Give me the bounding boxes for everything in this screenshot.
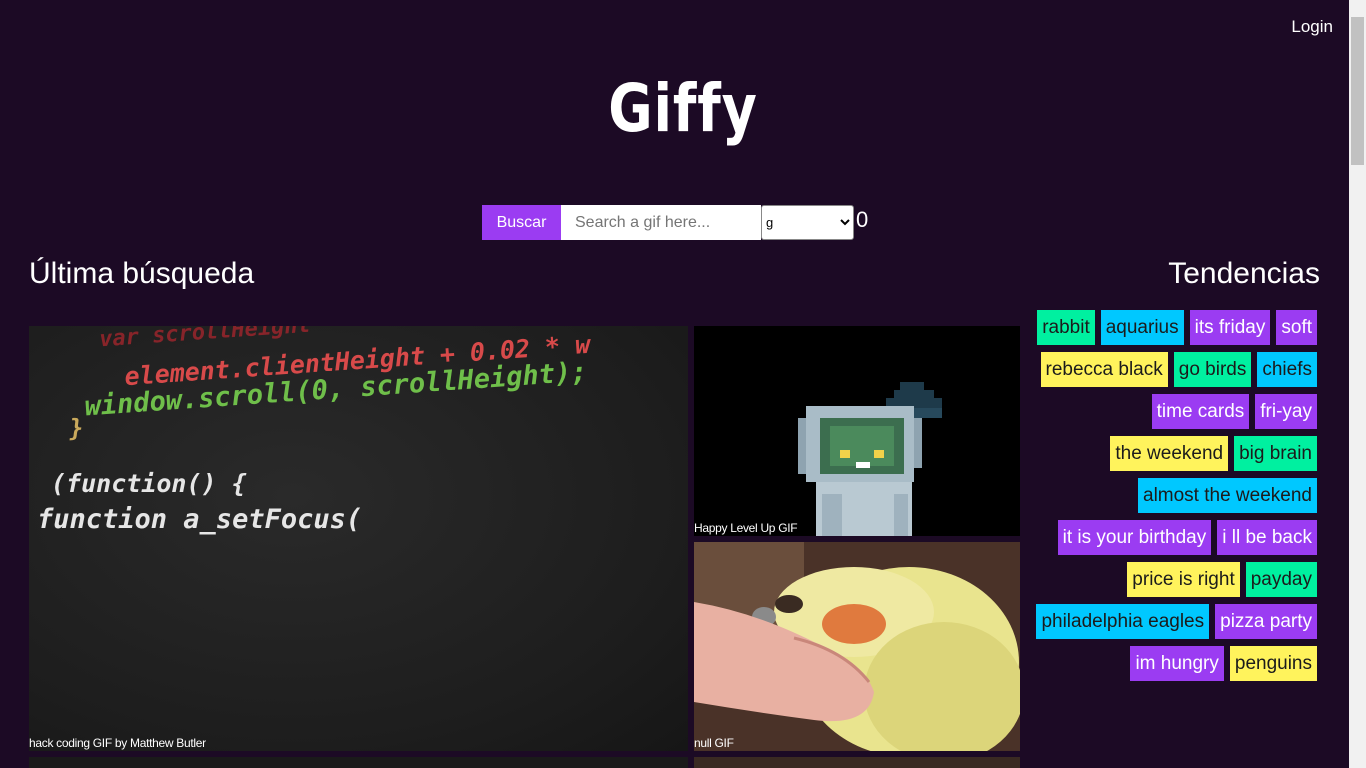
trending-tag[interactable]: it is your birthday [1057, 520, 1212, 555]
trending-tag[interactable]: soft [1276, 310, 1317, 345]
trending-tag[interactable]: i ll be back [1217, 520, 1317, 555]
gif-caption: null GIF [694, 736, 734, 750]
search-form: Buscar g 0 [482, 205, 868, 240]
trending-tag[interactable]: aquarius [1100, 310, 1184, 345]
code-line-5: (function() { [51, 469, 247, 498]
trending-tag[interactable]: time cards [1151, 394, 1250, 429]
trending-tag[interactable]: im hungry [1130, 646, 1224, 681]
code-line-4: } [68, 413, 85, 443]
trending-tag[interactable]: pizza party [1215, 604, 1317, 639]
cockatiel-bird-image [694, 542, 1020, 751]
pixel-robot-image [694, 326, 1020, 536]
trending-tag-list: rabbit aquarius its friday soft rebecca blac… [1028, 310, 1317, 681]
giffy-logo[interactable]: Giffy [123, 70, 1243, 147]
result-count: 0 [856, 207, 869, 232]
trending-tag[interactable]: almost the weekend [1138, 478, 1317, 513]
trending-tag[interactable]: rabbit [1037, 310, 1095, 345]
code-line-6: function a_setFocus( [37, 504, 363, 535]
code-line-1: var scrollHeight [98, 326, 312, 353]
gif-caption: Happy Level Up GIF [694, 521, 798, 535]
gif-caption: hack coding GIF by Matthew Butler [29, 736, 206, 750]
trending-tag[interactable]: price is right [1127, 562, 1240, 597]
trending-tag[interactable]: big brain [1234, 436, 1317, 471]
trending-tag[interactable]: rebecca black [1040, 352, 1168, 387]
trending-tag[interactable]: fri-yay [1255, 394, 1317, 429]
gif-card-level-up[interactable]: Happy Level Up GIF [694, 326, 1020, 536]
scrollbar-thumb[interactable] [1351, 17, 1364, 165]
trending-tag[interactable]: the weekend [1110, 436, 1229, 471]
gif-card-null[interactable]: null GIF [694, 542, 1020, 751]
login-link[interactable]: Login [1291, 17, 1333, 37]
trending-title: Tendencias [1168, 257, 1320, 290]
last-search-title: Última búsqueda [29, 257, 255, 290]
trending-tag[interactable]: philadelphia eagles [1036, 604, 1210, 639]
gif-card-partial[interactable] [694, 757, 1020, 768]
trending-tag[interactable]: penguins [1229, 646, 1317, 681]
trending-tag[interactable]: go birds [1173, 352, 1252, 387]
trending-tag[interactable]: chiefs [1257, 352, 1317, 387]
search-button[interactable]: Buscar [482, 205, 561, 240]
trending-tag[interactable]: its friday [1189, 310, 1271, 345]
gif-card-hack-coding[interactable]: var scrollHeight element.clientHeight + … [29, 326, 688, 751]
trending-tag[interactable]: payday [1245, 562, 1317, 597]
gif-card-partial[interactable] [29, 757, 688, 768]
vertical-scrollbar[interactable] [1349, 0, 1366, 768]
code-scroll-image: var scrollHeight element.clientHeight + … [29, 326, 688, 751]
rating-select[interactable]: g [761, 205, 854, 240]
search-input[interactable] [561, 205, 761, 240]
